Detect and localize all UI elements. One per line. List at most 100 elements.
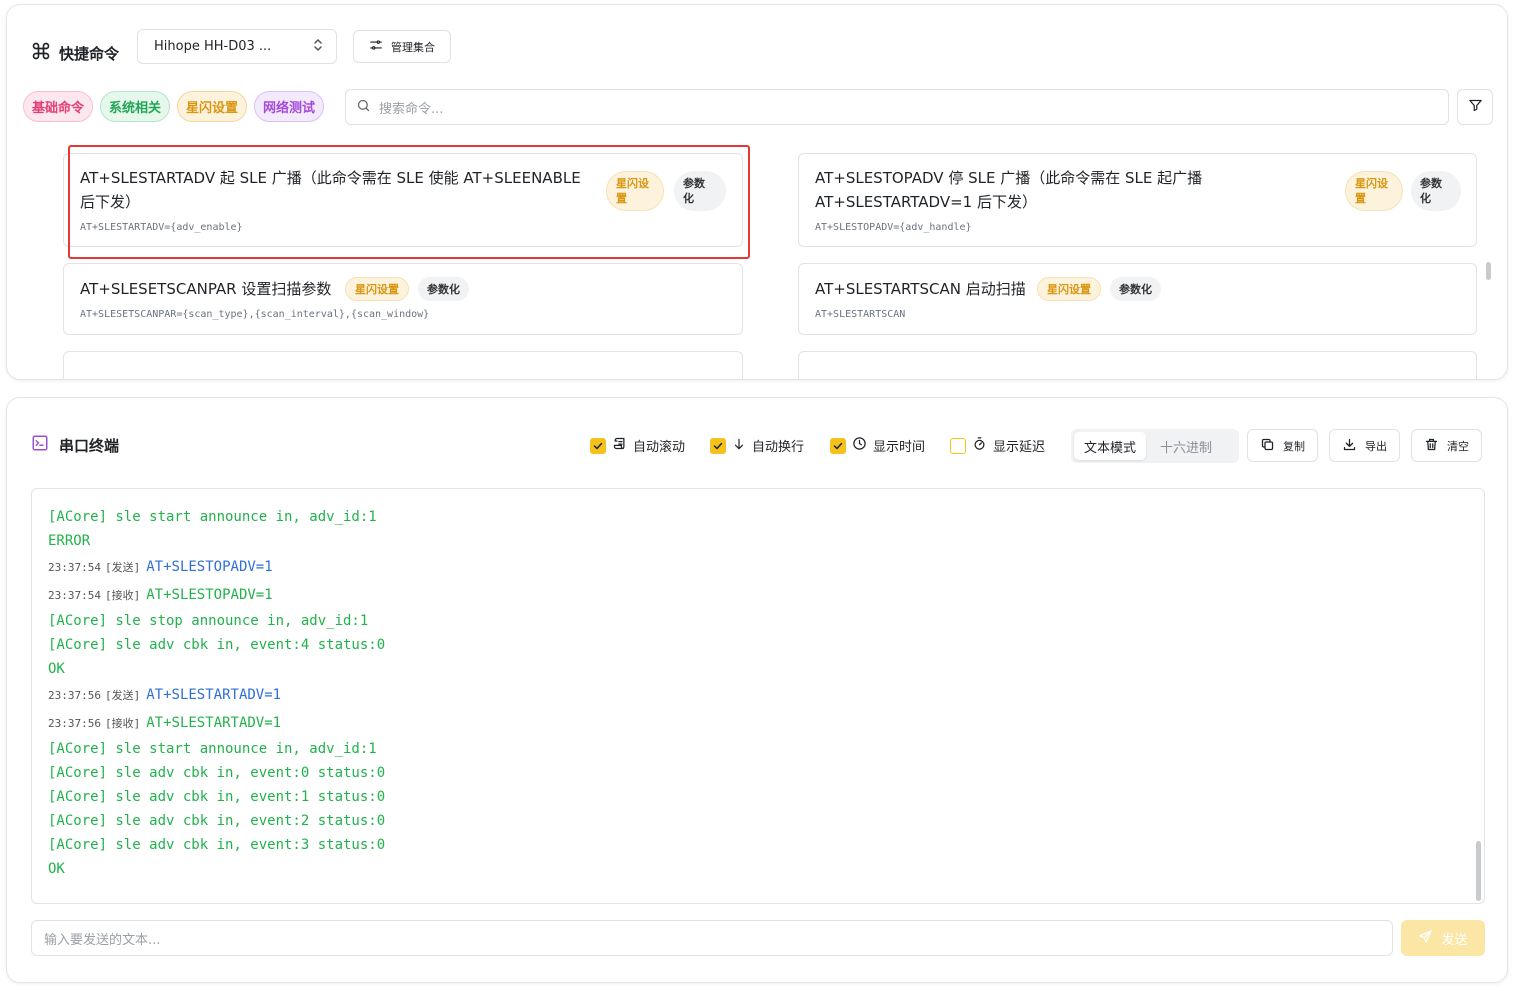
log-timestamp: 23:37:56 bbox=[48, 717, 101, 730]
trash-icon bbox=[1424, 437, 1439, 455]
command-icon bbox=[31, 41, 51, 65]
send-text-placeholder: 输入要发送的文本... bbox=[44, 932, 161, 948]
export-button[interactable]: 导出 bbox=[1329, 429, 1400, 462]
badge-parameterized: 参数 化 bbox=[1411, 171, 1461, 211]
log-received-text: AT+SLESTARTADV=1 bbox=[146, 715, 282, 731]
download-icon bbox=[1342, 437, 1357, 455]
export-label: 导出 bbox=[1365, 439, 1387, 453]
log-line: [ACore] sle adv cbk in, event:3 status:0 bbox=[48, 837, 386, 853]
manage-collections-label: 管理集合 bbox=[391, 40, 435, 54]
send-text-input[interactable]: 输入要发送的文本... bbox=[31, 920, 1393, 956]
badge-param-line: 化 bbox=[1420, 192, 1431, 205]
display-mode-toggle: 文本模式 十六进制 bbox=[1071, 429, 1239, 463]
clock-icon bbox=[852, 436, 867, 455]
sliders-icon bbox=[369, 38, 383, 55]
manage-collections-button[interactable]: 管理集合 bbox=[353, 30, 451, 63]
tag-basic-commands[interactable]: 基础命令 bbox=[23, 91, 94, 122]
log-timestamp: 23:37:56 bbox=[48, 689, 101, 702]
device-select-value: Hihope HH-D03 ... bbox=[154, 39, 272, 54]
command-card-name: AT+SLESETSCANPAR 设置扫描参数 bbox=[80, 280, 332, 298]
command-card-name: AT+SLESTOPADV 停 SLE 广播（此命令需在 SLE 起广播 AT+… bbox=[815, 166, 1335, 214]
tag-network-test[interactable]: 网络测试 bbox=[254, 91, 325, 122]
log-line: [ACore] sle stop announce in, adv_id:1 bbox=[48, 613, 369, 629]
copy-button[interactable]: 复制 bbox=[1247, 429, 1318, 462]
command-card-name-line: AT+SLESTARTADV=1 后下发） bbox=[815, 193, 1037, 211]
command-card-command: AT+SLESTARTADV={adv_enable} bbox=[80, 222, 243, 233]
auto-wrap-checkbox[interactable] bbox=[710, 437, 726, 454]
command-card-name-line: 后下发） bbox=[80, 193, 141, 211]
arrow-down-icon bbox=[732, 437, 746, 455]
tag-starflash-settings[interactable]: 星闪设置 bbox=[177, 91, 248, 122]
command-card-command: AT+SLESTARTSCAN bbox=[815, 309, 906, 320]
terminal-scrollbar[interactable] bbox=[1476, 841, 1481, 901]
command-card-partial[interactable] bbox=[798, 351, 1477, 379]
badge-category: 星闪设 置 bbox=[606, 171, 664, 211]
command-card-name-line: AT+SLESTARTADV 起 SLE 广播（此命令需在 SLE 使能 AT+… bbox=[80, 169, 581, 187]
terminal-title: 串口终端 bbox=[59, 436, 120, 455]
search-icon bbox=[356, 98, 371, 117]
command-card[interactable]: AT+SLESTARTADV 起 SLE 广播（此命令需在 SLE 使能 AT+… bbox=[63, 153, 743, 247]
badge-category: 星闪设置 bbox=[1037, 277, 1101, 301]
badge-category: 星闪设 置 bbox=[1345, 171, 1403, 211]
log-direction: [发送] bbox=[104, 561, 141, 574]
terminal-output[interactable]: [ACore] sle start announce in, adv_id:1 E… bbox=[31, 488, 1485, 904]
auto-wrap-option[interactable]: 自动换行 bbox=[710, 436, 804, 455]
log-line: OK bbox=[48, 661, 65, 677]
terminal-log: [ACore] sle start announce in, adv_id:1 E… bbox=[48, 505, 1484, 881]
log-line: [ACore] sle start announce in, adv_id:1 bbox=[48, 509, 377, 525]
command-card[interactable]: AT+SLESTOPADV 停 SLE 广播（此命令需在 SLE 起广播 AT+… bbox=[798, 153, 1477, 247]
show-time-option[interactable]: 显示时间 bbox=[830, 436, 925, 455]
badge-parameterized: 参数化 bbox=[418, 277, 469, 301]
log-line: [ACore] sle start announce in, adv_id:1 bbox=[48, 741, 377, 757]
serial-terminal-panel: 串口终端 自动滚动 自动换行 显示时间 显示延迟 文本模式 十六进制 复制 导出… bbox=[6, 397, 1508, 983]
log-line: 23:37:54 [发送] AT+SLESTOPADV=1 bbox=[48, 553, 1484, 581]
show-delay-checkbox[interactable] bbox=[950, 437, 966, 454]
quick-commands-header: 快捷命令 bbox=[31, 41, 119, 65]
log-direction: [发送] bbox=[104, 689, 141, 702]
badge-category-line: 置 bbox=[1355, 192, 1366, 205]
show-delay-label: 显示延迟 bbox=[993, 440, 1046, 455]
command-search-placeholder: 搜索命令... bbox=[379, 101, 444, 117]
log-received-text: AT+SLESTOPADV=1 bbox=[146, 587, 273, 603]
badge-parameterized: 参数 化 bbox=[674, 171, 726, 211]
log-line: [ACore] sle adv cbk in, event:0 status:0 bbox=[48, 765, 386, 781]
auto-scroll-option[interactable]: 自动滚动 bbox=[590, 436, 685, 455]
log-sent-text: AT+SLESTARTADV=1 bbox=[146, 687, 282, 703]
badge-category: 星闪设置 bbox=[345, 277, 409, 301]
command-search-input[interactable]: 搜索命令... bbox=[345, 89, 1449, 125]
command-card-name: AT+SLESTARTADV 起 SLE 广播（此命令需在 SLE 使能 AT+… bbox=[80, 166, 600, 214]
clear-label: 清空 bbox=[1447, 439, 1469, 453]
timer-icon bbox=[972, 436, 987, 455]
scroll-text-icon bbox=[612, 436, 627, 455]
send-label: 发送 bbox=[1441, 932, 1468, 948]
terminal-icon bbox=[31, 434, 49, 456]
send-button[interactable]: 发送 bbox=[1401, 920, 1485, 956]
command-card-command: AT+SLESETSCANPAR={scan_type},{scan_inter… bbox=[80, 309, 430, 320]
log-timestamp: 23:37:54 bbox=[48, 589, 101, 602]
command-card-partial[interactable] bbox=[63, 351, 743, 379]
tag-system[interactable]: 系统相关 bbox=[100, 91, 171, 122]
log-sent-text: AT+SLESTOPADV=1 bbox=[146, 559, 273, 575]
log-line: [ACore] sle adv cbk in, event:1 status:0 bbox=[48, 789, 386, 805]
command-list-scrollbar[interactable] bbox=[1486, 262, 1491, 280]
log-timestamp: 23:37:54 bbox=[48, 561, 101, 574]
hex-mode-tab[interactable]: 十六进制 bbox=[1150, 432, 1222, 460]
log-line: OK bbox=[48, 861, 65, 877]
auto-scroll-checkbox[interactable] bbox=[590, 437, 606, 454]
badge-param-line: 参数 bbox=[683, 177, 705, 190]
command-card[interactable]: AT+SLESTARTSCAN 启动扫描 星闪设置 参数化 AT+SLESTAR… bbox=[798, 263, 1477, 335]
badge-param-line: 参数 bbox=[1420, 177, 1442, 190]
badge-param-line: 化 bbox=[683, 192, 694, 205]
device-select[interactable]: Hihope HH-D03 ... bbox=[137, 29, 337, 64]
filter-icon bbox=[1468, 98, 1483, 117]
log-direction: [接收] bbox=[104, 589, 141, 602]
filter-button[interactable] bbox=[1457, 89, 1493, 125]
show-time-checkbox[interactable] bbox=[830, 437, 846, 454]
command-card-name: AT+SLESTARTSCAN 启动扫描 bbox=[815, 280, 1026, 298]
copy-icon bbox=[1260, 437, 1275, 455]
quick-commands-title: 快捷命令 bbox=[59, 44, 120, 63]
clear-button[interactable]: 清空 bbox=[1411, 429, 1482, 462]
text-mode-tab[interactable]: 文本模式 bbox=[1074, 432, 1147, 460]
command-card[interactable]: AT+SLESETSCANPAR 设置扫描参数 星闪设置 参数化 AT+SLES… bbox=[63, 263, 743, 335]
show-delay-option[interactable]: 显示延迟 bbox=[950, 436, 1045, 455]
